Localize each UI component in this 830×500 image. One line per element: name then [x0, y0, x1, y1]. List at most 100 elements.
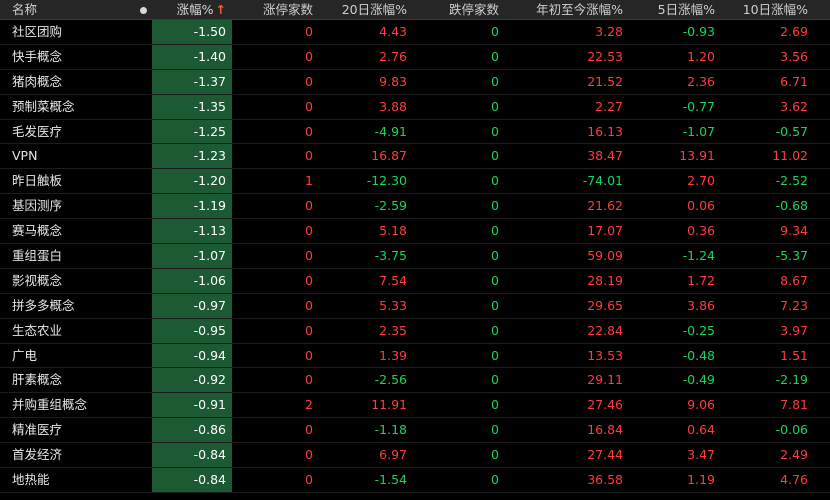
table-header: 名称 涨幅% ↑ 涨停家数 20日涨幅% 跌停家数 年初至今涨幅% 5日涨幅% 1… — [0, 0, 830, 20]
table-row[interactable]: 广电 -0.94 0 1.39 0 13.53 -0.48 1.51 — [0, 343, 830, 369]
cell-spacer — [135, 418, 152, 442]
table-row[interactable]: 并购重组概念 -0.91 2 11.91 0 27.46 9.06 7.81 — [0, 393, 830, 419]
cell-name: 广电 — [12, 347, 38, 363]
column-toggle-dot-icon[interactable] — [135, 0, 152, 19]
cell-name: 预制菜概念 — [12, 98, 75, 114]
column-header-name[interactable]: 名称 — [0, 0, 135, 19]
cell-limit-up-count: 0 — [305, 198, 313, 214]
cell-change: -1.37 — [152, 69, 232, 94]
cell-change: -0.94 — [152, 343, 232, 368]
cell-spacer — [135, 368, 152, 392]
cell-limit-up-count: 0 — [305, 422, 313, 438]
cell-spacer — [135, 468, 152, 492]
cell-limit-down-count: 0 — [491, 148, 499, 164]
table-row[interactable]: 社区团购 -1.50 0 4.43 0 3.28 -0.93 2.69 — [0, 20, 830, 45]
cell-ytd-change: 29.65 — [587, 297, 623, 313]
cell-limit-down-count: 0 — [491, 422, 499, 438]
column-header-5d-change[interactable]: 5日涨幅% — [629, 0, 721, 19]
cell-5d-change: -1.24 — [682, 248, 715, 264]
cell-10d-change: 8.67 — [780, 272, 808, 288]
cell-5d-change: -0.49 — [682, 372, 715, 388]
cell-limit-up-count: 0 — [305, 98, 313, 114]
cell-ytd-change: 22.84 — [587, 322, 623, 338]
cell-5d-change: -0.25 — [682, 322, 715, 338]
cell-limit-down-count: 0 — [491, 272, 499, 288]
cell-20d-change: 5.33 — [379, 297, 407, 313]
cell-limit-down-count: 0 — [491, 73, 499, 89]
table-row[interactable]: 快手概念 -1.40 0 2.76 0 22.53 1.20 3.56 — [0, 44, 830, 70]
cell-limit-down-count: 0 — [491, 248, 499, 264]
table-row[interactable]: 毛发医疗 -1.25 0 -4.91 0 16.13 -1.07 -0.57 — [0, 119, 830, 145]
table-row[interactable]: 生态农业 -0.95 0 2.35 0 22.84 -0.25 3.97 — [0, 318, 830, 344]
table-row[interactable]: 预制菜概念 -1.35 0 3.88 0 2.27 -0.77 3.62 — [0, 94, 830, 120]
table-row[interactable]: 地热能 -0.84 0 -1.54 0 36.58 1.19 4.76 — [0, 468, 830, 493]
cell-name: 快手概念 — [12, 48, 63, 64]
table-row[interactable]: 猪肉概念 -1.37 0 9.83 0 21.52 2.36 6.71 — [0, 69, 830, 95]
cell-limit-up-count: 0 — [305, 372, 313, 388]
column-header-ytd-change[interactable]: 年初至今涨幅% — [505, 0, 629, 19]
cell-spacer — [135, 45, 152, 69]
cell-spacer — [135, 443, 152, 467]
cell-change: -0.84 — [152, 443, 232, 468]
column-header-10d-change[interactable]: 10日涨幅% — [721, 0, 830, 19]
cell-10d-change: -2.52 — [775, 173, 808, 189]
table-row[interactable]: 首发经济 -0.84 0 6.97 0 27.44 3.47 2.49 — [0, 443, 830, 469]
table-row[interactable]: VPN -1.23 0 16.87 0 38.47 13.91 11.02 — [0, 144, 830, 170]
cell-5d-change: 1.20 — [687, 48, 715, 64]
cell-limit-up-count: 0 — [305, 347, 313, 363]
cell-spacer — [135, 144, 152, 168]
cell-10d-change: -0.57 — [775, 123, 808, 139]
cell-change: -1.06 — [152, 268, 232, 293]
cell-ytd-change: 22.53 — [587, 48, 623, 64]
table-row[interactable]: 拼多多概念 -0.97 0 5.33 0 29.65 3.86 7.23 — [0, 293, 830, 319]
table-row[interactable]: 昨日触板 -1.20 1 -12.30 0 -74.01 2.70 -2.52 — [0, 169, 830, 195]
table-row[interactable]: 基因测序 -1.19 0 -2.59 0 21.62 0.06 -0.68 — [0, 194, 830, 220]
cell-limit-down-count: 0 — [491, 198, 499, 214]
cell-spacer — [135, 319, 152, 343]
cell-limit-up-count: 0 — [305, 73, 313, 89]
cell-limit-down-count: 0 — [491, 447, 499, 463]
cell-5d-change: -0.77 — [682, 98, 715, 114]
cell-5d-change: 0.06 — [687, 198, 715, 214]
cell-10d-change: 11.02 — [772, 148, 808, 164]
table-row[interactable]: 肝素概念 -0.92 0 -2.56 0 29.11 -0.49 -2.19 — [0, 368, 830, 394]
cell-name: 赛马概念 — [12, 223, 63, 239]
cell-limit-up-count: 1 — [305, 173, 313, 189]
column-header-limit-down-count[interactable]: 跌停家数 — [413, 0, 505, 19]
column-header-change[interactable]: 涨幅% ↑ — [152, 0, 232, 19]
cell-5d-change: 0.64 — [687, 422, 715, 438]
cell-10d-change: 3.97 — [780, 322, 808, 338]
cell-spacer — [135, 120, 152, 144]
cell-20d-change: 9.83 — [379, 73, 407, 89]
cell-change: -1.20 — [152, 169, 232, 194]
cell-change: -1.50 — [152, 20, 232, 44]
cell-spacer — [135, 393, 152, 417]
table-row[interactable]: 精准医疗 -0.86 0 -1.18 0 16.84 0.64 -0.06 — [0, 418, 830, 444]
cell-ytd-change: 2.27 — [595, 98, 623, 114]
cell-20d-change: 6.97 — [379, 447, 407, 463]
column-header-20d-change[interactable]: 20日涨幅% — [319, 0, 413, 19]
cell-5d-change: -0.48 — [682, 347, 715, 363]
cell-ytd-change: 27.44 — [587, 447, 623, 463]
table-body: 社区团购 -1.50 0 4.43 0 3.28 -0.93 2.69 快手概念 -1.40 0 2.… — [0, 20, 830, 493]
cell-20d-change: -12.30 — [366, 173, 407, 189]
table-row[interactable]: 赛马概念 -1.13 0 5.18 0 17.07 0.36 9.34 — [0, 219, 830, 245]
cell-name: 精准医疗 — [12, 422, 63, 438]
cell-10d-change: -0.06 — [775, 422, 808, 438]
table-row[interactable]: 影视概念 -1.06 0 7.54 0 28.19 1.72 8.67 — [0, 268, 830, 294]
cell-5d-change: 9.06 — [687, 397, 715, 413]
cell-ytd-change: 38.47 — [587, 148, 623, 164]
cell-ytd-change: 36.58 — [587, 472, 623, 488]
cell-limit-down-count: 0 — [491, 472, 499, 488]
cell-5d-change: 13.91 — [679, 148, 715, 164]
cell-spacer — [135, 294, 152, 318]
cell-10d-change: 7.81 — [780, 397, 808, 413]
cell-20d-change: -2.56 — [374, 372, 407, 388]
table-row[interactable]: 重组蛋白 -1.07 0 -3.75 0 59.09 -1.24 -5.37 — [0, 244, 830, 269]
cell-name: 生态农业 — [12, 322, 63, 338]
cell-name: 地热能 — [12, 472, 50, 488]
column-header-limit-up-count[interactable]: 涨停家数 — [232, 0, 319, 19]
cell-20d-change: 16.87 — [371, 148, 407, 164]
sector-ranking-table: 名称 涨幅% ↑ 涨停家数 20日涨幅% 跌停家数 年初至今涨幅% 5日涨幅% 1… — [0, 0, 830, 493]
cell-limit-down-count: 0 — [491, 98, 499, 114]
